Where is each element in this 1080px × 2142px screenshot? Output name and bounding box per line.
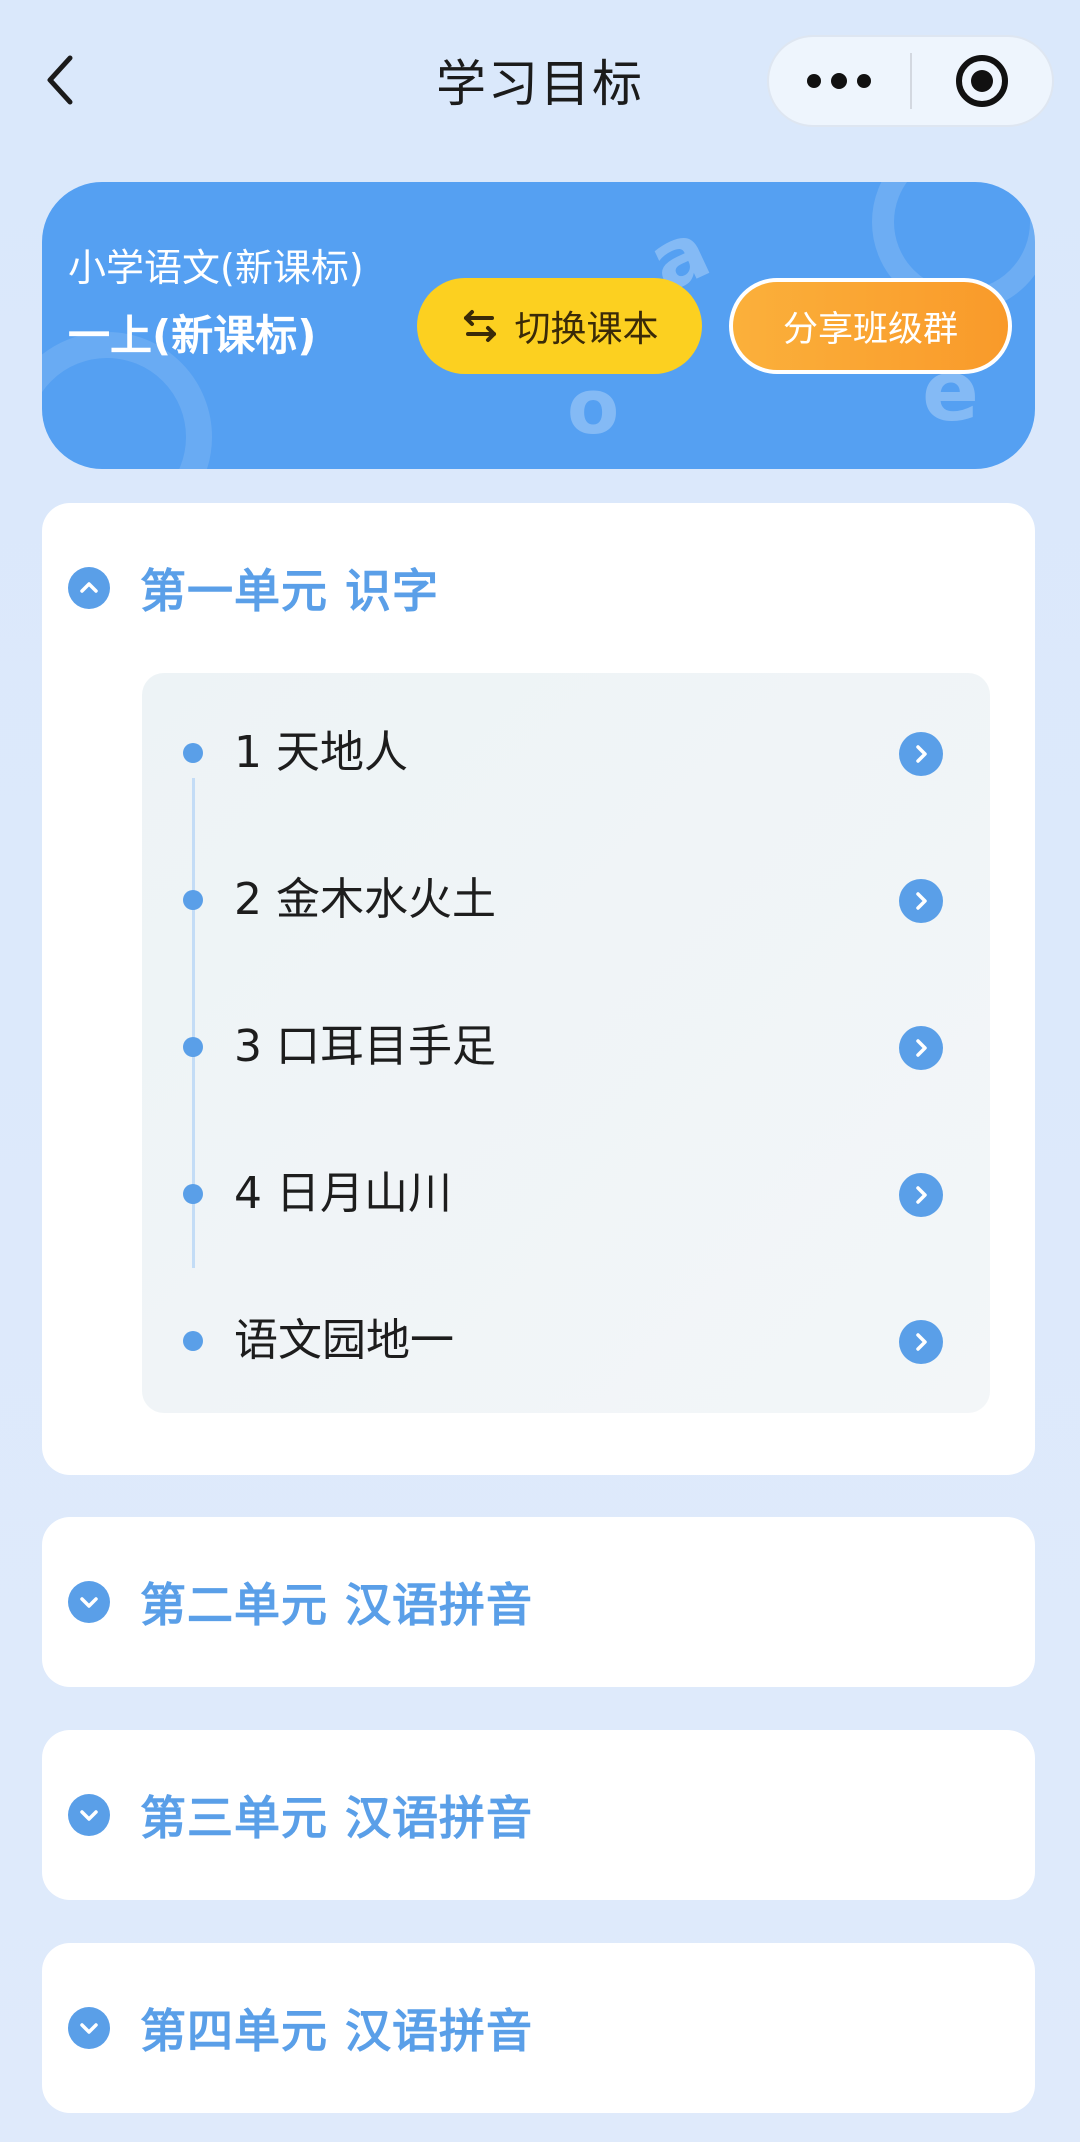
lesson-label: 2 金木水火土 [234, 874, 496, 925]
lesson-item[interactable]: 4 日月山川 [142, 1144, 990, 1244]
timeline-dot [183, 1331, 203, 1351]
chevron-down-icon [80, 1810, 98, 1821]
chevron-right-icon [899, 1026, 943, 1070]
close-button[interactable] [912, 37, 1053, 125]
lesson-label: 1 天地人 [234, 727, 408, 778]
unit-card: 第四单元 汉语拼音 [42, 1943, 1035, 2113]
unit-header[interactable]: 第三单元 汉语拼音 [42, 1730, 1035, 1900]
share-class-group-button[interactable]: 分享班级群 [729, 278, 1012, 374]
unit-title: 第三单元 汉语拼音 [140, 1791, 534, 1845]
switch-textbook-button[interactable]: 切换课本 [417, 278, 702, 374]
unit-title: 第二单元 汉语拼音 [140, 1578, 534, 1632]
swap-arrows-icon [464, 310, 497, 342]
timeline-dot [183, 743, 203, 763]
timeline-dot [183, 1184, 203, 1204]
unit-title: 第四单元 汉语拼音 [140, 2004, 534, 2058]
page-title: 学习目标 [436, 55, 644, 113]
share-class-group-label: 分享班级群 [782, 309, 958, 350]
nav-bar: 学习目标 [0, 0, 1080, 165]
mini-program-capsule [767, 35, 1054, 127]
lesson-label: 3 口耳目手足 [234, 1021, 496, 1072]
course-banner: a o e 小学语文(新课标) 一上(新课标) 切换课本 分享班级群 [42, 182, 1035, 469]
lesson-item[interactable]: 1 天地人 [142, 703, 990, 803]
collapse-toggle [68, 567, 110, 609]
more-dots-icon [807, 73, 872, 89]
switch-textbook-label: 切换课本 [514, 309, 659, 350]
lesson-label: 语文园地一 [234, 1315, 454, 1366]
chevron-up-icon [80, 582, 98, 593]
expand-toggle [68, 1581, 110, 1623]
page: 学习目标 a o e 小学语文(新课标) 一上(新课标) 切换课本 分享班级群 … [0, 0, 1080, 2142]
unit-header[interactable]: 第二单元 汉语拼音 [42, 1517, 1035, 1687]
unit-title: 第一单元 识字 [140, 564, 440, 618]
lesson-item[interactable]: 3 口耳目手足 [142, 997, 990, 1097]
chevron-right-icon [899, 1173, 943, 1217]
chevron-down-icon [80, 1597, 98, 1608]
chevron-right-icon [899, 879, 943, 923]
lesson-label: 4 日月山川 [234, 1168, 452, 1219]
back-button[interactable] [30, 40, 90, 120]
target-circle-icon [955, 55, 1008, 107]
chevron-right-icon [899, 732, 943, 776]
decorative-letter-o: o [567, 362, 620, 451]
expand-toggle [68, 1794, 110, 1836]
chevron-down-icon [80, 2023, 98, 2034]
unit-card: 第三单元 汉语拼音 [42, 1730, 1035, 1900]
lesson-list: 1 天地人 2 金木水火土 3 口耳目手足 4 日月山川 语文园地一 [142, 673, 990, 1413]
chevron-left-icon [47, 55, 73, 105]
course-name: 小学语文(新课标) [68, 246, 364, 290]
unit-card: 第一单元 识字 1 天地人 2 金木水火土 3 口耳目手足 4 日月山川 语文园… [42, 503, 1035, 1475]
expand-toggle [68, 2007, 110, 2049]
course-grade: 一上(新课标) [68, 311, 317, 360]
more-button[interactable] [769, 37, 910, 125]
unit-header[interactable]: 第一单元 识字 [42, 503, 1035, 673]
unit-header[interactable]: 第四单元 汉语拼音 [42, 1943, 1035, 2113]
lesson-item[interactable]: 2 金木水火土 [142, 850, 990, 950]
timeline-dot [183, 890, 203, 910]
timeline-dot [183, 1037, 203, 1057]
lesson-item[interactable]: 语文园地一 [142, 1291, 990, 1391]
chevron-right-icon [899, 1320, 943, 1364]
unit-card: 第二单元 汉语拼音 [42, 1517, 1035, 1687]
